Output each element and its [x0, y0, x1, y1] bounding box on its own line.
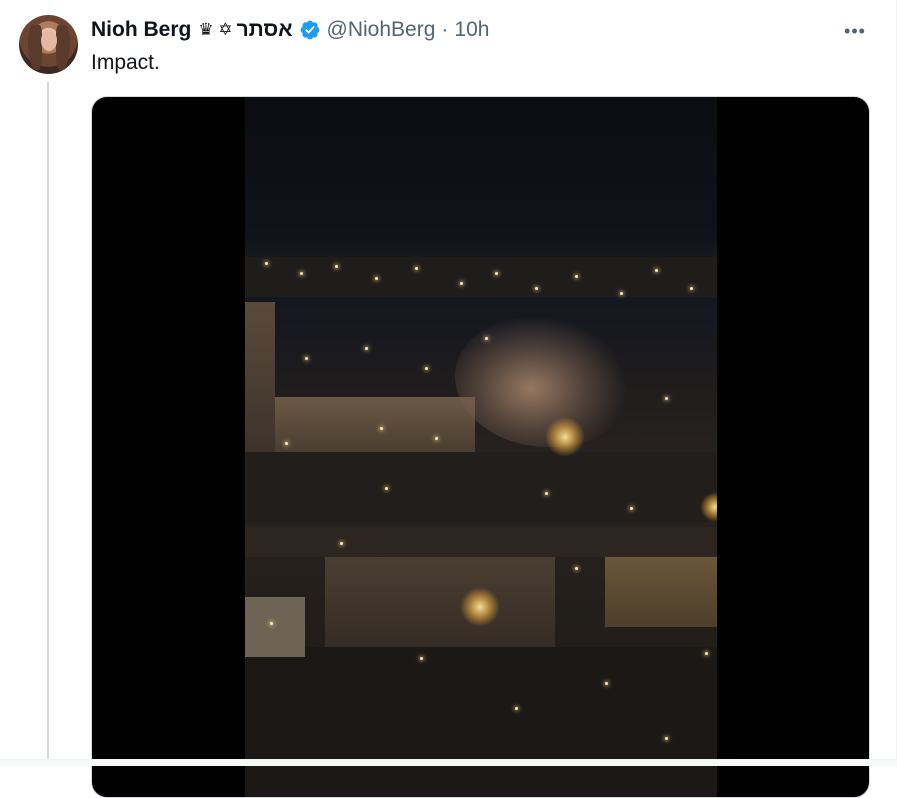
- tweet-header: Nioh Berg ♛ ✡ אסתר @NiohBerg · 10h: [91, 16, 489, 44]
- more-horizontal-icon[interactable]: •••: [838, 18, 872, 44]
- timestamp[interactable]: 10h: [454, 18, 489, 42]
- user-handle[interactable]: @NiohBerg: [327, 18, 436, 42]
- thread-line: [47, 82, 49, 766]
- video-frame[interactable]: [245, 97, 717, 797]
- video-player[interactable]: [91, 96, 870, 798]
- display-name[interactable]: Nioh Berg: [91, 18, 191, 42]
- avatar[interactable]: [19, 15, 78, 74]
- name-emoji: ♛ ✡: [198, 20, 233, 39]
- tweet-text: Impact.: [91, 51, 160, 74]
- name-hebrew[interactable]: אסתר: [237, 18, 293, 42]
- separator-dot: ·: [441, 18, 449, 41]
- bottom-divider: [0, 759, 897, 766]
- verified-badge-icon[interactable]: [299, 19, 321, 41]
